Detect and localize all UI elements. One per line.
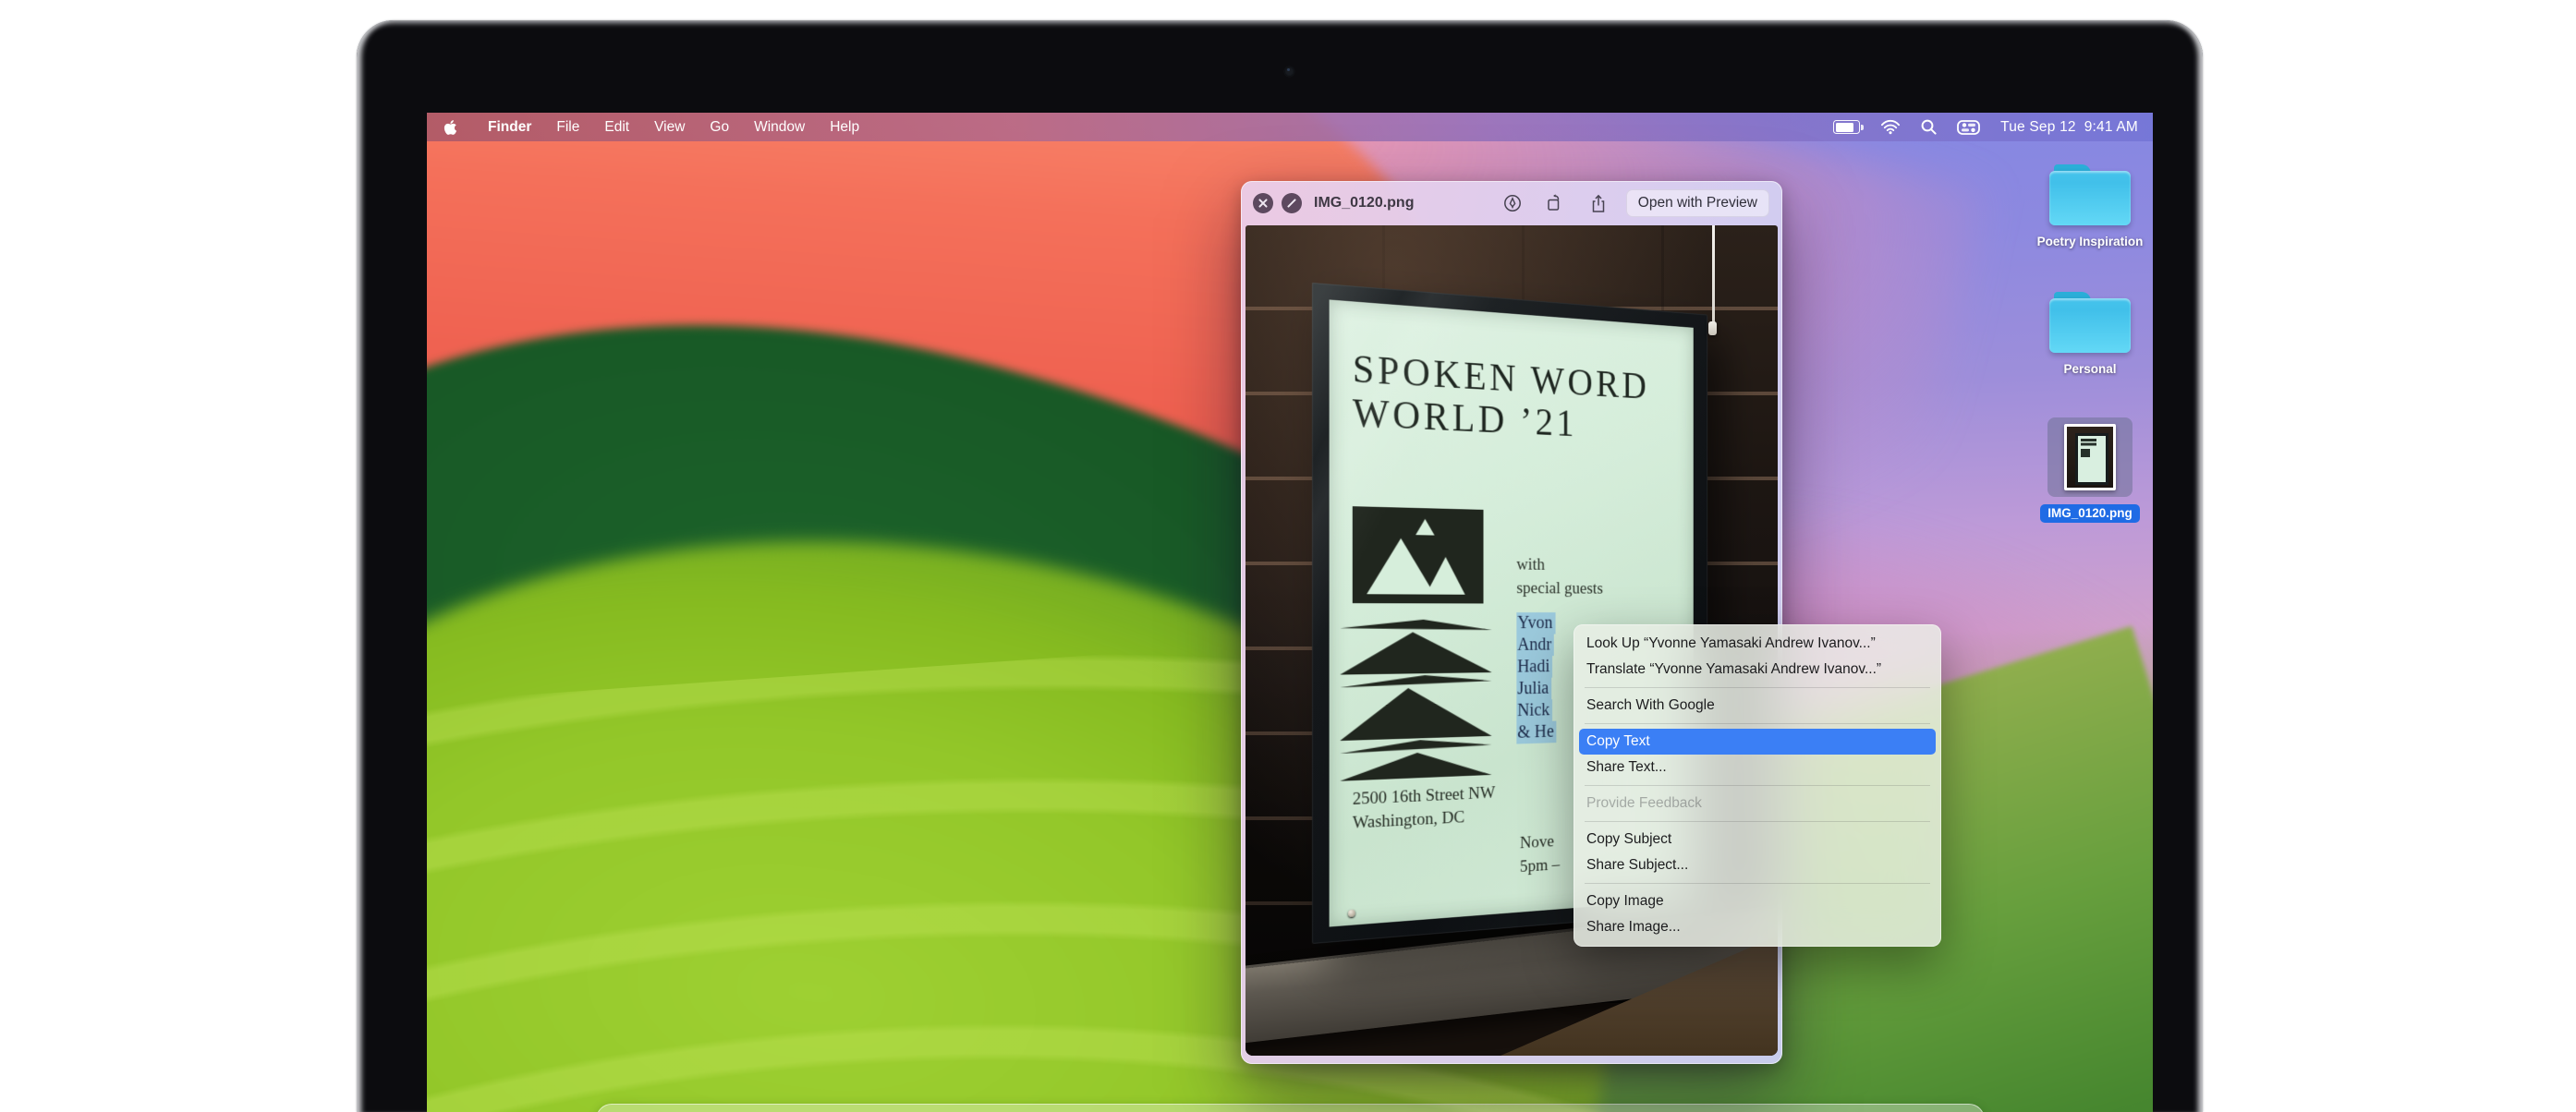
menu-item-help[interactable]: Help: [830, 119, 859, 136]
folder-body: [2049, 298, 2131, 353]
menu-item-share-subject[interactable]: Share Subject...: [1574, 852, 1941, 878]
poster-logo-square: [1353, 506, 1484, 603]
menu-separator: [1585, 723, 1930, 724]
open-with-preview-button[interactable]: Open with Preview: [1626, 189, 1769, 217]
desktop-icon-poetry-inspiration[interactable]: Poetry Inspiration: [2009, 164, 2153, 248]
folder-icon: [2049, 292, 2131, 353]
menu-separator: [1585, 883, 1930, 884]
guest-name: Andr: [1516, 635, 1554, 657]
rotate-icon[interactable]: [1546, 194, 1565, 212]
control-center-icon[interactable]: [1957, 120, 1980, 135]
folder-icon: [2049, 164, 2131, 225]
guest-name: & He: [1516, 721, 1556, 744]
poster-with-line2: special guests: [1516, 576, 1602, 600]
icon-selection-plate: [2047, 417, 2132, 497]
desktop-screen: Finder File Edit View Go Window Help: [427, 113, 2153, 1112]
close-button[interactable]: [1253, 193, 1273, 213]
desktop-icon-label: IMG_0120.png: [2040, 497, 2140, 523]
quicklook-toolbar: [1503, 194, 1608, 213]
menu-item-go[interactable]: Go: [710, 119, 729, 136]
tree-shape: [1340, 620, 1491, 631]
macbook-chassis: Finder File Edit View Go Window Help: [357, 20, 2203, 1112]
poster-guest-list-selected-text[interactable]: Yvon Andr Hadi Julia Nick & He: [1516, 612, 1556, 743]
menu-bar-status: Tue Sep 12 9:41 AM: [1833, 119, 2138, 136]
menu-bar-left: Finder File Edit View Go Window Help: [444, 119, 859, 136]
tree-shape: [1340, 686, 1491, 741]
battery-icon[interactable]: [1833, 120, 1860, 134]
tree-shape: [1340, 674, 1491, 687]
desktop-icon-label: Poetry Inspiration: [2037, 235, 2144, 248]
guest-name: Yvon: [1516, 612, 1555, 635]
search-icon[interactable]: [1921, 119, 1937, 135]
poster-title: SPOKEN WORD WORLD ’21: [1353, 347, 1649, 449]
poster-datetime: Nove 5pm –: [1520, 829, 1560, 879]
quicklook-titlebar: IMG_0120.png: [1241, 181, 1782, 225]
desktop-icon-img-0120[interactable]: IMG_0120.png: [2009, 417, 2153, 523]
menu-bar: Finder File Edit View Go Window Help: [427, 113, 2153, 141]
slash-circle-button[interactable]: [1282, 193, 1302, 213]
desktop-icon-personal[interactable]: Personal: [2009, 292, 2153, 376]
marketing-canvas: Finder File Edit View Go Window Help: [0, 0, 2576, 1112]
poster-tree-graphic: [1340, 620, 1491, 783]
folder-body: [2049, 171, 2131, 225]
poster-address: 2500 16th Street NW Washington, DC: [1353, 781, 1496, 836]
guest-name: Julia: [1516, 678, 1551, 700]
menu-item-copy-image[interactable]: Copy Image: [1574, 888, 1941, 914]
thumbnail-poster: [2075, 433, 2108, 485]
triangle-icon: [1367, 538, 1434, 595]
apple-menu-icon[interactable]: [444, 119, 457, 136]
menu-item-file[interactable]: File: [556, 119, 579, 136]
guest-name: Hadi: [1516, 656, 1552, 678]
menu-item-edit[interactable]: Edit: [604, 119, 629, 136]
poster-date-fragment: Nove: [1520, 829, 1560, 855]
context-menu: Look Up “Yvonne Yamasaki Andrew Ivanov..…: [1574, 624, 1941, 947]
window-title: IMG_0120.png: [1314, 195, 1414, 212]
tree-shape: [1340, 632, 1491, 674]
thumbnail-wall: [2067, 427, 2113, 488]
menu-item-window[interactable]: Window: [754, 119, 805, 136]
menu-item-view[interactable]: View: [654, 119, 685, 136]
menu-item-search-with-google[interactable]: Search With Google: [1574, 693, 1941, 719]
menu-bar-clock[interactable]: Tue Sep 12 9:41 AM: [2000, 119, 2138, 136]
menu-separator: [1585, 821, 1930, 822]
guest-name: Nick: [1516, 699, 1552, 722]
menu-item-provide-feedback: Provide Feedback: [1574, 791, 1941, 816]
poster-with-line1: with: [1516, 552, 1602, 577]
triangle-icon: [1416, 519, 1434, 536]
webcam-icon: [1284, 66, 1294, 77]
menu-item-share-text[interactable]: Share Text...: [1574, 755, 1941, 780]
triangle-icon: [1426, 557, 1464, 595]
menu-item-copy-subject[interactable]: Copy Subject: [1574, 827, 1941, 852]
desktop-icon-label: Personal: [2063, 362, 2116, 376]
markup-icon[interactable]: [1503, 194, 1522, 212]
menu-item-finder[interactable]: Finder: [488, 119, 531, 136]
tree-shape: [1340, 738, 1491, 754]
image-thumbnail: [2064, 424, 2116, 490]
dock[interactable]: [596, 1104, 1985, 1112]
menu-separator: [1585, 687, 1930, 688]
cable-connector: [1708, 321, 1717, 335]
wifi-icon[interactable]: [1880, 119, 1901, 135]
menu-item-copy-text[interactable]: Copy Text: [1579, 729, 1936, 755]
menu-item-translate[interactable]: Translate “Yvonne Yamasaki Andrew Ivanov…: [1574, 657, 1941, 683]
share-icon[interactable]: [1589, 194, 1608, 213]
menu-item-share-image[interactable]: Share Image...: [1574, 914, 1941, 940]
poster-time-fragment: 5pm –: [1520, 853, 1560, 880]
slash-icon: [1287, 199, 1296, 208]
menu-separator: [1585, 785, 1930, 786]
selected-filename-pill: IMG_0120.png: [2040, 504, 2140, 523]
menu-item-look-up[interactable]: Look Up “Yvonne Yamasaki Andrew Ivanov..…: [1574, 631, 1941, 657]
tree-shape: [1340, 750, 1491, 781]
hanging-cable: [1712, 225, 1715, 325]
poster-with-text: with special guests: [1516, 552, 1602, 600]
